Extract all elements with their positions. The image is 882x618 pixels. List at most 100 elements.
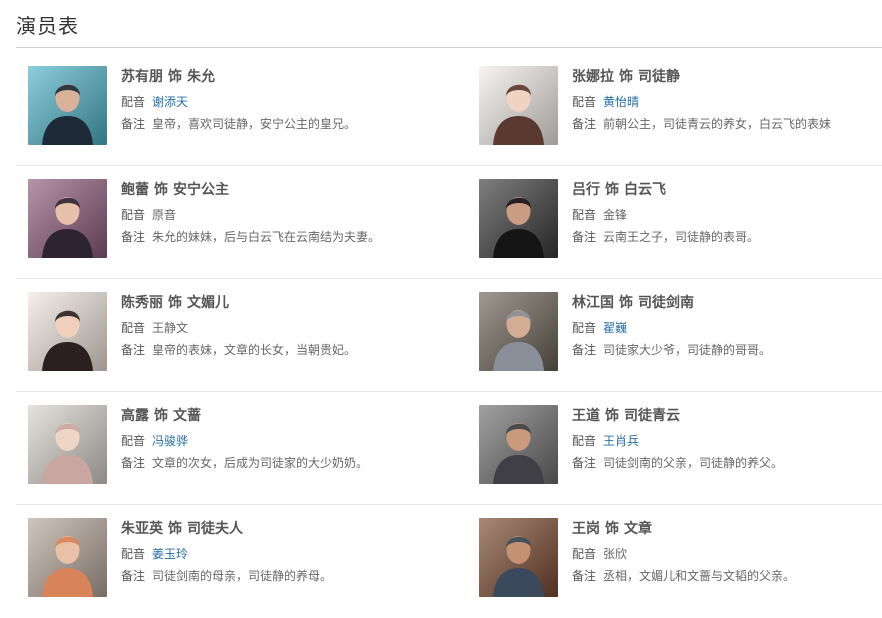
actor-role-line: 林江国饰司徒剑南 [572,293,872,313]
cast-info: 朱亚英饰司徒夫人 配音 姜玉玲 备注 司徒剑南的母亲，司徒静的养母。 [121,518,421,585]
note-line: 备注 皇帝的表妹，文章的长女，当朝贵妃。 [121,341,421,359]
cast-info: 张娜拉饰司徒静 配音 黄怡晴 备注 前朝公主，司徒青云的养女，白云飞的表妹 [572,66,872,133]
cast-card: 林江国饰司徒剑南 配音 翟巍 备注 司徒家大少爷，司徒静的哥哥。 [479,292,882,372]
character-name[interactable]: 朱允 [187,69,215,85]
cast-info: 陈秀丽饰文媚儿配音 王静文备注 皇帝的表妹，文章的长女，当朝贵妃。 [121,292,421,359]
dub-line: 配音 金锋 [572,206,872,224]
character-name[interactable]: 司徒夫人 [187,521,243,537]
plays-connector: 饰 [168,521,182,537]
actor-name[interactable]: 王道 [572,408,600,424]
note-line: 备注 云南王之子，司徒静的表哥。 [572,228,872,246]
actor-name[interactable]: 陈秀丽 [121,295,163,311]
cast-card: 王道饰司徒青云配音 王肖兵 备注 司徒剑南的父亲，司徒静的养父。 [479,405,882,485]
note-line: 备注 文章的次女，后成为司徒家的大少奶奶。 [121,454,421,472]
actor-photo[interactable] [28,518,107,597]
actor-name[interactable]: 吕行 [572,182,600,198]
dub-label: 配音 [121,95,146,109]
dub-line: 配音 王静文 [121,319,421,337]
actor-role-line: 高露饰文蔷 [121,406,421,426]
cast-card: 鲍蕾饰安宁公主 配音 原音 备注 朱允的妹妹，后与白云飞在云南结为夫妻。 [28,179,448,259]
character-name[interactable]: 司徒静 [638,69,680,85]
actor-photo[interactable] [479,66,558,145]
cast-row: 鲍蕾饰安宁公主 配音 原音 备注 朱允的妹妹，后与白云飞在云南结为夫妻。 吕行饰白云飞 配音… [16,166,882,279]
cast-info: 林江国饰司徒剑南 配音 翟巍 备注 司徒家大少爷，司徒静的哥哥。 [572,292,872,359]
voice-actor-link[interactable]: 姜玉玲 [152,547,188,561]
voice-actor-link[interactable]: 王肖兵 [603,434,639,448]
dub-label: 配音 [572,95,597,109]
character-note: 司徒剑南的母亲，司徒静的养母。 [152,569,333,583]
actor-role-line: 朱亚英饰司徒夫人 [121,519,421,539]
cast-card: 苏有朋饰朱允 配音 谢添天 备注 皇帝，喜欢司徒静，安宁公主的皇兄。 [28,66,448,146]
cast-card: 高露饰文蔷配音 冯骏骅备注 文章的次女，后成为司徒家的大少奶奶。 [28,405,448,485]
cast-row: 朱亚英饰司徒夫人 配音 姜玉玲 备注 司徒剑南的母亲，司徒静的养母。 王岗饰文章 配音 张欣备… [16,505,882,618]
actor-name[interactable]: 朱亚英 [121,521,163,537]
voice-actor-name: 金锋 [603,208,628,222]
character-name[interactable]: 白云飞 [624,182,666,198]
plays-connector: 饰 [619,295,633,311]
cast-info: 王道饰司徒青云配音 王肖兵 备注 司徒剑南的父亲，司徒静的养父。 [572,405,872,472]
cast-info: 王岗饰文章 配音 张欣 备注 丞相，文媚儿和文蔷与文韬的父亲。 [572,518,872,585]
cast-card: 吕行饰白云飞 配音 金锋 备注 云南王之子，司徒静的表哥。 [479,179,882,259]
character-note: 朱允的妹妹，后与白云飞在云南结为夫妻。 [152,230,381,244]
character-note: 司徒剑南的父亲，司徒静的养父。 [603,456,784,470]
cast-info: 高露饰文蔷配音 冯骏骅备注 文章的次女，后成为司徒家的大少奶奶。 [121,405,421,472]
character-name[interactable]: 文章 [624,521,652,537]
actor-photo[interactable] [479,405,558,484]
actor-name[interactable]: 林江国 [572,295,614,311]
actor-photo[interactable] [479,292,558,371]
character-note: 前朝公主，司徒青云的养女，白云飞的表妹 [603,117,832,131]
actor-photo[interactable] [28,292,107,371]
character-name[interactable]: 司徒剑南 [638,295,694,311]
dub-line: 配音 原音 [121,206,421,224]
note-label: 备注 [121,117,146,131]
actor-name[interactable]: 鲍蕾 [121,182,149,198]
plays-connector: 饰 [154,182,168,198]
character-name[interactable]: 文蔷 [173,408,201,424]
note-label: 备注 [572,117,597,131]
character-note: 丞相，文媚儿和文蔷与文韬的父亲。 [603,569,796,583]
dub-label: 配音 [572,434,597,448]
character-name[interactable]: 安宁公主 [173,182,229,198]
dub-line: 配音 黄怡晴 [572,93,872,111]
character-name[interactable]: 司徒青云 [624,408,680,424]
cast-card: 张娜拉饰司徒静 配音 黄怡晴 备注 前朝公主，司徒青云的养女，白云飞的表妹 [479,66,882,146]
character-name[interactable]: 文媚儿 [187,295,229,311]
actor-photo[interactable] [28,66,107,145]
dub-line: 配音 谢添天 [121,93,421,111]
actor-photo[interactable] [479,179,558,258]
plays-connector: 饰 [154,408,168,424]
actor-name[interactable]: 高露 [121,408,149,424]
cast-info: 苏有朋饰朱允 配音 谢添天 备注 皇帝，喜欢司徒静，安宁公主的皇兄。 [121,66,421,133]
actor-name[interactable]: 张娜拉 [572,69,614,85]
actor-photo[interactable] [28,405,107,484]
character-note: 文章的次女，后成为司徒家的大少奶奶。 [152,456,369,470]
dub-label: 配音 [121,321,146,335]
dub-label: 配音 [121,434,146,448]
voice-actor-name: 张欣 [603,547,628,561]
actor-name[interactable]: 王岗 [572,521,600,537]
voice-actor-link[interactable]: 冯骏骅 [152,434,188,448]
dub-label: 配音 [572,547,597,561]
voice-actor-name: 原音 [152,208,177,222]
dub-line: 配音 冯骏骅 [121,432,421,450]
actor-role-line: 张娜拉饰司徒静 [572,67,872,87]
character-note: 皇帝的表妹，文章的长女，当朝贵妃。 [152,343,357,357]
dub-line: 配音 张欣 [572,545,872,563]
actor-role-line: 王道饰司徒青云 [572,406,872,426]
voice-actor-link[interactable]: 翟巍 [603,321,627,335]
note-label: 备注 [572,456,597,470]
voice-actor-link[interactable]: 黄怡晴 [603,95,639,109]
actor-name[interactable]: 苏有朋 [121,69,163,85]
actor-role-line: 王岗饰文章 [572,519,872,539]
dub-line: 配音 翟巍 [572,319,872,337]
actor-photo[interactable] [479,518,558,597]
voice-actor-link[interactable]: 谢添天 [152,95,188,109]
note-line: 备注 丞相，文媚儿和文蔷与文韬的父亲。 [572,567,872,585]
character-note: 云南王之子，司徒静的表哥。 [603,230,760,244]
actor-photo[interactable] [28,179,107,258]
cast-section-title: 演员表 [16,14,79,38]
plays-connector: 饰 [168,295,182,311]
cast-row: 陈秀丽饰文媚儿 配音 王静文 备注 皇帝的表妹，文章的长女，当朝贵妃。 林江国饰司徒剑南配… [16,279,882,392]
character-note: 司徒家大少爷，司徒静的哥哥。 [603,343,772,357]
note-label: 备注 [572,569,597,583]
